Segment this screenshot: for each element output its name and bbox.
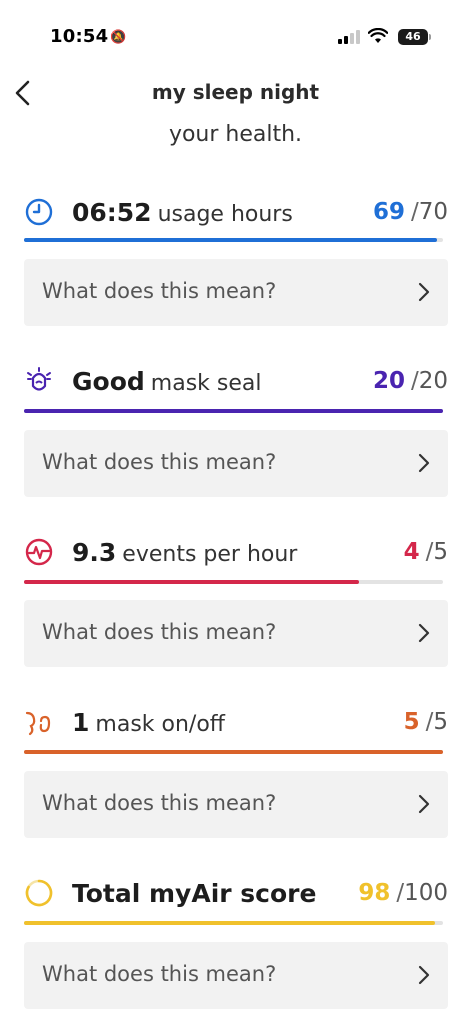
metric-description: mask seal xyxy=(150,371,262,396)
metric-mask-on-off: 1 mask on/off 5/5 xyxy=(24,707,448,747)
nav-header: my sleep night xyxy=(0,70,471,120)
metric-value: 1 xyxy=(72,708,90,737)
score-value: 20 xyxy=(372,368,405,394)
info-row-mask-seal[interactable]: What does this mean? xyxy=(24,430,448,497)
score-max: 70 xyxy=(418,199,448,225)
info-label: What does this mean? xyxy=(42,962,277,986)
info-row-mask-on-off[interactable]: What does this mean? xyxy=(24,771,448,838)
info-row-total-score[interactable]: What does this mean? xyxy=(24,942,448,1009)
info-label: What does this mean? xyxy=(42,791,277,815)
metric-description: mask on/off xyxy=(95,712,225,737)
chevron-right-icon xyxy=(418,965,430,985)
metric-description: events per hour xyxy=(122,542,298,567)
score-value: 4 xyxy=(403,539,420,565)
clock-time: 10:54 xyxy=(50,26,109,47)
metric-value: Good xyxy=(72,367,145,396)
score-max: 20 xyxy=(418,368,448,394)
score-value: 5 xyxy=(403,709,420,735)
progress-track xyxy=(24,750,443,754)
metric-events-per-hour: 9.3 events per hour 4/5 xyxy=(24,537,448,577)
page-subtitle: your health. xyxy=(168,122,303,147)
mask-seal-icon xyxy=(27,367,51,391)
heartbeat-icon xyxy=(25,538,53,566)
chevron-right-icon xyxy=(418,623,430,643)
progress-track xyxy=(24,580,443,584)
wifi-icon xyxy=(368,28,388,43)
page-title: my sleep night xyxy=(151,80,320,104)
metric-value: 9.3 xyxy=(72,538,117,567)
metric-score: 98/100 xyxy=(358,880,448,906)
score-max: 5 xyxy=(433,539,448,565)
info-row-events-per-hour[interactable]: What does this mean? xyxy=(24,600,448,667)
metric-score: 69/70 xyxy=(372,199,448,225)
metric-score: 20/20 xyxy=(372,368,448,394)
progress-track xyxy=(24,238,443,242)
score-value: 98 xyxy=(358,880,391,906)
metric-score: 4/5 xyxy=(403,539,448,565)
progress-track xyxy=(24,921,443,925)
battery-icon: 46 xyxy=(398,29,431,45)
metric-total-score: Total myAir score 98/100 xyxy=(24,878,448,918)
clock-icon xyxy=(25,198,53,226)
mask-on-off-icon xyxy=(25,711,51,736)
info-row-usage-hours[interactable]: What does this mean? xyxy=(24,259,448,326)
metric-value: 06:52 xyxy=(72,198,152,227)
progress-fill xyxy=(24,921,435,925)
metric-score: 5/5 xyxy=(403,709,448,735)
metric-value: Total myAir score xyxy=(72,879,317,908)
status-bar: 10:54 🔕 46 xyxy=(0,0,471,60)
metric-mask-seal: Good mask seal 20/20 xyxy=(24,366,448,406)
info-label: What does this mean? xyxy=(42,279,277,303)
info-label: What does this mean? xyxy=(42,620,277,644)
progress-fill xyxy=(24,750,443,754)
info-label: What does this mean? xyxy=(42,450,277,474)
status-time: 10:54 🔕 xyxy=(50,26,127,47)
progress-fill xyxy=(24,580,360,584)
score-value: 69 xyxy=(372,199,405,225)
score-max: 5 xyxy=(433,709,448,735)
cellular-signal-icon xyxy=(338,30,360,44)
chevron-right-icon xyxy=(418,282,430,302)
score-ring-icon xyxy=(25,879,53,907)
chevron-right-icon xyxy=(418,453,430,473)
metric-usage-hours: 06:52 usage hours 69/70 xyxy=(24,197,448,237)
bell-muted-icon: 🔕 xyxy=(110,30,127,45)
progress-track xyxy=(24,409,443,413)
score-max: 100 xyxy=(404,880,448,906)
progress-fill xyxy=(24,409,443,413)
metric-description: usage hours xyxy=(157,202,293,227)
progress-fill xyxy=(24,238,437,242)
chevron-right-icon xyxy=(418,794,430,814)
